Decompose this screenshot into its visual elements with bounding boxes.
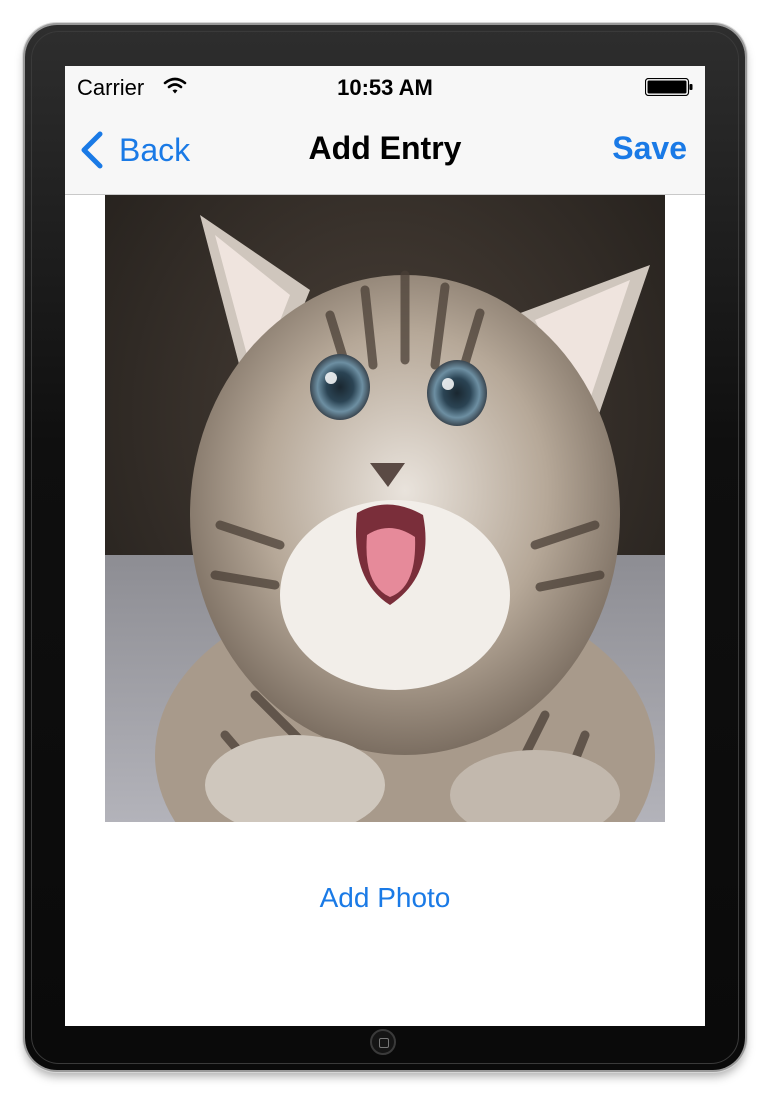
kitten-image xyxy=(105,195,665,822)
status-bar: Carrier 10:53 AM xyxy=(65,66,705,106)
save-button[interactable]: Save xyxy=(612,130,687,167)
screen: Carrier 10:53 AM Back Add Entry Save Add… xyxy=(65,66,705,1026)
status-time: 10:53 AM xyxy=(337,75,433,100)
home-button[interactable] xyxy=(370,1029,396,1055)
page-title: Add Entry xyxy=(308,130,462,166)
home-button-square-icon xyxy=(379,1038,389,1048)
battery-icon xyxy=(645,78,693,96)
navigation-bar: Back Add Entry Save xyxy=(65,106,705,195)
add-photo-button[interactable]: Add Photo xyxy=(65,882,705,914)
entry-photo xyxy=(105,195,665,822)
